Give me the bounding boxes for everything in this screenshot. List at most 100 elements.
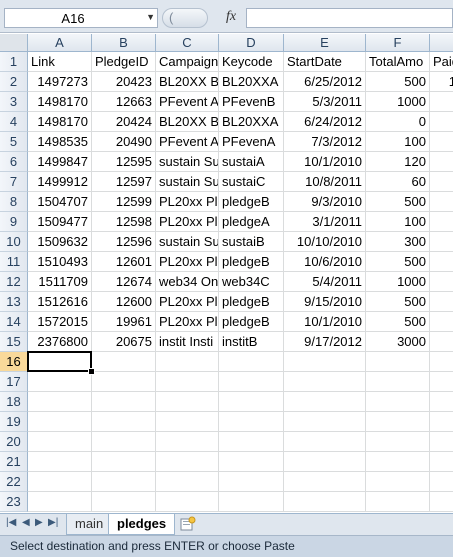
last-sheet-icon[interactable]: ▶| bbox=[48, 517, 58, 528]
cell-D22[interactable] bbox=[219, 472, 284, 492]
cell-D5[interactable]: PFevenA bbox=[219, 132, 284, 152]
cell-G22[interactable] bbox=[430, 472, 453, 492]
name-box[interactable]: A16 ▼ bbox=[4, 8, 158, 28]
row-header-1[interactable]: 1 bbox=[0, 52, 28, 72]
cell-D15[interactable]: institB bbox=[219, 332, 284, 352]
cell-F7[interactable]: 60 bbox=[366, 172, 430, 192]
cell-D18[interactable] bbox=[219, 392, 284, 412]
cell-A10[interactable]: 1509632 bbox=[28, 232, 92, 252]
cell-C3[interactable]: PFevent A bbox=[156, 92, 219, 112]
cell-C7[interactable]: sustain Su bbox=[156, 172, 219, 192]
cell-E5[interactable]: 7/3/2012 bbox=[284, 132, 366, 152]
cell-B6[interactable]: 12595 bbox=[92, 152, 156, 172]
cell-F4[interactable]: 0 bbox=[366, 112, 430, 132]
cell-B4[interactable]: 20424 bbox=[92, 112, 156, 132]
cell-F20[interactable] bbox=[366, 432, 430, 452]
row-header-5[interactable]: 5 bbox=[0, 132, 28, 152]
cell-F3[interactable]: 1000 bbox=[366, 92, 430, 112]
cell-G4[interactable] bbox=[430, 112, 453, 132]
formula-input[interactable] bbox=[246, 8, 453, 28]
first-sheet-icon[interactable]: |◀ bbox=[6, 517, 16, 528]
cell-A5[interactable]: 1498535 bbox=[28, 132, 92, 152]
cell-A12[interactable]: 1511709 bbox=[28, 272, 92, 292]
row-header-15[interactable]: 15 bbox=[0, 332, 28, 352]
cell-G21[interactable] bbox=[430, 452, 453, 472]
cell-D19[interactable] bbox=[219, 412, 284, 432]
cell-G7[interactable] bbox=[430, 172, 453, 192]
column-header-f[interactable]: F bbox=[366, 34, 430, 52]
cell-G15[interactable] bbox=[430, 332, 453, 352]
cell-C12[interactable]: web34 On bbox=[156, 272, 219, 292]
column-header-e[interactable]: E bbox=[284, 34, 366, 52]
row-header-23[interactable]: 23 bbox=[0, 492, 28, 512]
cell-E1[interactable]: StartDate bbox=[284, 52, 366, 72]
cell-A9[interactable]: 1509477 bbox=[28, 212, 92, 232]
cell-A20[interactable] bbox=[28, 432, 92, 452]
row-header-10[interactable]: 10 bbox=[0, 232, 28, 252]
cell-F19[interactable] bbox=[366, 412, 430, 432]
row-header-8[interactable]: 8 bbox=[0, 192, 28, 212]
insert-sheet-icon[interactable] bbox=[176, 516, 200, 532]
cell-F13[interactable]: 500 bbox=[366, 292, 430, 312]
row-header-18[interactable]: 18 bbox=[0, 392, 28, 412]
cell-F17[interactable] bbox=[366, 372, 430, 392]
row-header-20[interactable]: 20 bbox=[0, 432, 28, 452]
cell-D21[interactable] bbox=[219, 452, 284, 472]
cell-C21[interactable] bbox=[156, 452, 219, 472]
cell-D11[interactable]: pledgeB bbox=[219, 252, 284, 272]
column-header-a[interactable]: A bbox=[28, 34, 92, 52]
cell-E2[interactable]: 6/25/2012 bbox=[284, 72, 366, 92]
cell-E6[interactable]: 10/1/2010 bbox=[284, 152, 366, 172]
cell-G19[interactable] bbox=[430, 412, 453, 432]
cell-C19[interactable] bbox=[156, 412, 219, 432]
cell-A18[interactable] bbox=[28, 392, 92, 412]
chevron-down-icon[interactable]: ▼ bbox=[146, 12, 155, 22]
cell-E4[interactable]: 6/24/2012 bbox=[284, 112, 366, 132]
sheet-tab-main[interactable]: main bbox=[66, 514, 113, 535]
column-header-d[interactable]: D bbox=[219, 34, 284, 52]
cell-C2[interactable]: BL20XX Bo bbox=[156, 72, 219, 92]
cell-D3[interactable]: PFevenB bbox=[219, 92, 284, 112]
row-header-16[interactable]: 16 bbox=[0, 352, 28, 372]
cell-B12[interactable]: 12674 bbox=[92, 272, 156, 292]
cell-C5[interactable]: PFevent A bbox=[156, 132, 219, 152]
cell-F21[interactable] bbox=[366, 452, 430, 472]
cell-F16[interactable] bbox=[366, 352, 430, 372]
cell-G6[interactable] bbox=[430, 152, 453, 172]
cell-B3[interactable]: 12663 bbox=[92, 92, 156, 112]
cell-B7[interactable]: 12597 bbox=[92, 172, 156, 192]
cell-G17[interactable] bbox=[430, 372, 453, 392]
cell-C18[interactable] bbox=[156, 392, 219, 412]
cell-G11[interactable] bbox=[430, 252, 453, 272]
cell-C6[interactable]: sustain Su bbox=[156, 152, 219, 172]
cell-G23[interactable] bbox=[430, 492, 453, 512]
cell-C11[interactable]: PL20xx Ple bbox=[156, 252, 219, 272]
cell-C14[interactable]: PL20xx Ple bbox=[156, 312, 219, 332]
cell-E20[interactable] bbox=[284, 432, 366, 452]
cell-C22[interactable] bbox=[156, 472, 219, 492]
cell-C16[interactable] bbox=[156, 352, 219, 372]
cell-C15[interactable]: instit Insti bbox=[156, 332, 219, 352]
cell-B10[interactable]: 12596 bbox=[92, 232, 156, 252]
cell-A15[interactable]: 2376800 bbox=[28, 332, 92, 352]
cell-C23[interactable] bbox=[156, 492, 219, 512]
row-header-4[interactable]: 4 bbox=[0, 112, 28, 132]
cell-C10[interactable]: sustain Su bbox=[156, 232, 219, 252]
cell-D1[interactable]: Keycode bbox=[219, 52, 284, 72]
cell-G3[interactable] bbox=[430, 92, 453, 112]
cell-A23[interactable] bbox=[28, 492, 92, 512]
cell-E18[interactable] bbox=[284, 392, 366, 412]
cell-B13[interactable]: 12600 bbox=[92, 292, 156, 312]
cell-A6[interactable]: 1499847 bbox=[28, 152, 92, 172]
cell-E23[interactable] bbox=[284, 492, 366, 512]
cell-B11[interactable]: 12601 bbox=[92, 252, 156, 272]
cell-E14[interactable]: 10/1/2010 bbox=[284, 312, 366, 332]
cell-D7[interactable]: sustaiC bbox=[219, 172, 284, 192]
cell-E17[interactable] bbox=[284, 372, 366, 392]
cell-C9[interactable]: PL20xx Ple bbox=[156, 212, 219, 232]
cell-E22[interactable] bbox=[284, 472, 366, 492]
row-header-22[interactable]: 22 bbox=[0, 472, 28, 492]
cell-E16[interactable] bbox=[284, 352, 366, 372]
row-header-14[interactable]: 14 bbox=[0, 312, 28, 332]
cell-E11[interactable]: 10/6/2010 bbox=[284, 252, 366, 272]
